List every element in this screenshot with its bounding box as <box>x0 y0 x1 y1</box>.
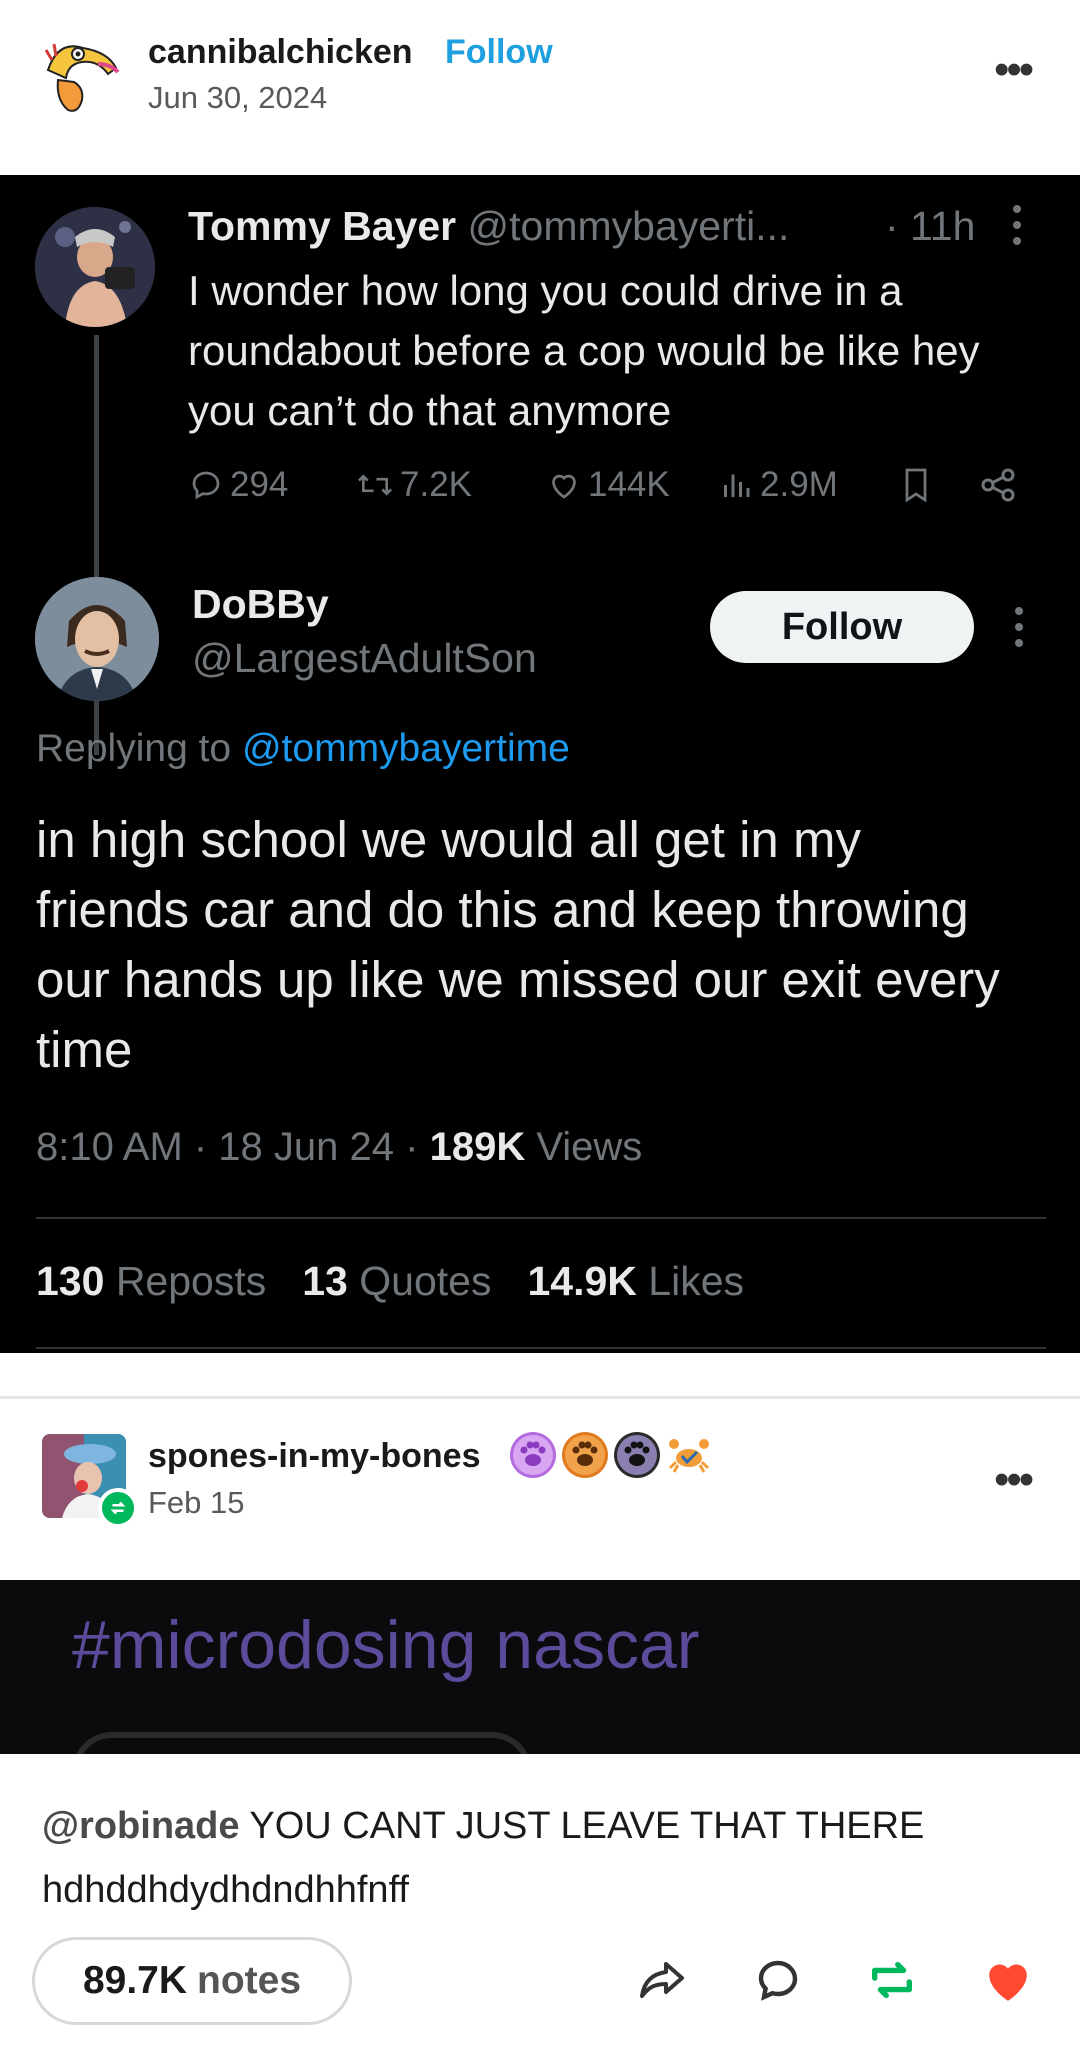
like-icon[interactable] <box>978 1950 1038 2010</box>
replying-to-line: Replying to @tommybayertime <box>36 727 570 770</box>
reply-tweet-engagement: 130 Reposts 13 Quotes 14.9K Likes <box>36 1258 745 1304</box>
replying-to-mention: @tommybayertime <box>241 727 570 770</box>
author-name[interactable]: cannibalchicken <box>148 33 413 72</box>
paw-badge-orange-icon[interactable] <box>562 1432 608 1478</box>
reblogger-name[interactable]: spones-in-my-bones <box>148 1437 480 1476</box>
reply-icon[interactable] <box>748 1950 808 2010</box>
more-options-button[interactable]: ••• <box>994 48 1034 92</box>
divider <box>36 1347 1046 1349</box>
bookmark-icon <box>898 465 934 505</box>
original-tweet-avatar <box>35 207 155 327</box>
image-shape <box>72 1732 532 1754</box>
reply-tweet-handle: @LargestAdultSon <box>192 635 537 681</box>
original-tweet-more-icon <box>1010 205 1024 253</box>
original-tweet-author: Tommy Bayer @tommybayerti... <box>188 203 789 250</box>
reblog-comment: @robinade YOU CANT JUST LEAVE THAT THERE… <box>42 1794 1042 1922</box>
notes-label: notes <box>197 1959 302 2002</box>
reblog-badge-icon <box>98 1488 138 1528</box>
original-tweet-stats: 294 7.2K 144K 2.9M <box>188 465 1028 525</box>
reply-tweet-avatar <box>35 577 159 701</box>
tweet-screenshot-image: Tommy Bayer @tommybayerti... · 11h I won… <box>0 175 1080 1353</box>
paw-badge-purple-icon[interactable] <box>510 1432 556 1478</box>
original-tweet-text: I wonder how long you could drive in a r… <box>188 267 980 434</box>
hashtag-image-text: #microdosing nascar <box>72 1607 700 1683</box>
comment-mention-link[interactable]: @robinade <box>42 1805 240 1847</box>
post-header: cannibalchicken Follow Jun 30, 2024 ••• <box>0 0 1080 175</box>
reblog-date: Feb 15 <box>148 1485 245 1520</box>
original-tweet-name: Tommy Bayer <box>188 203 457 249</box>
original-tweet-handle: @tommybayerti... <box>467 203 790 249</box>
repost-arrows-icon <box>357 474 393 496</box>
repost-count: 7.2K <box>356 465 472 505</box>
reply-tweet-follow-pill: Follow <box>710 591 974 663</box>
notes-count: 89.7K <box>82 1959 188 2002</box>
reply-tweet-text: in high school we would all get in my fr… <box>36 811 1000 1078</box>
analytics-bars-icon <box>724 474 750 497</box>
author-avatar[interactable] <box>38 30 124 116</box>
paw-badge-black-icon[interactable] <box>614 1432 660 1478</box>
heart-outline-icon <box>552 474 576 499</box>
reply-count: 294 <box>188 465 288 505</box>
crab-badge-icon[interactable] <box>666 1432 712 1478</box>
post-date: Jun 30, 2024 <box>148 80 328 115</box>
divider <box>36 1217 1046 1219</box>
reblog-more-options-button[interactable]: ••• <box>994 1458 1034 1502</box>
reply-tweet-more-icon <box>1012 607 1026 655</box>
original-tweet-time: · 11h <box>885 203 976 249</box>
view-count: 2.9M <box>718 465 838 505</box>
follow-button[interactable]: Follow <box>445 33 553 72</box>
reply-bubble-icon <box>192 471 220 500</box>
notes-button[interactable]: 89.7K notes <box>32 1937 352 2025</box>
reply-tweet-meta: 8:10 AM · 18 Jun 24 · 189K Views <box>36 1125 643 1169</box>
share-icon[interactable] <box>632 1950 692 2010</box>
hashtag-image: #microdosing nascar <box>0 1580 1080 1754</box>
reply-tweet-name: DoBBy <box>192 581 329 627</box>
reblog-separator <box>0 1396 1080 1399</box>
reblog-icon[interactable] <box>862 1950 922 2010</box>
like-count: 144K <box>546 465 670 505</box>
share-nodes-icon <box>978 465 1018 505</box>
